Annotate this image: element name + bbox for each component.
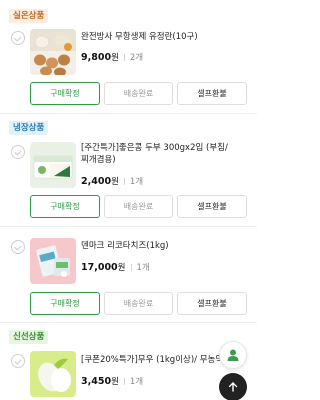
product-quantity: 1개 [129, 177, 144, 187]
tofu-thumbnail [30, 142, 76, 188]
price-line: 3,450원 1개 [81, 369, 143, 388]
item-checkbox[interactable] [11, 354, 25, 368]
item-checkbox[interactable] [11, 240, 25, 254]
section-tag-fresh: 신선상품 [9, 330, 49, 344]
confirm-purchase-button[interactable]: 구매확정 [30, 292, 100, 315]
product-image-eggs[interactable] [30, 29, 76, 75]
item-checkbox[interactable] [11, 145, 25, 159]
price-line: 2,400원 1개 [81, 169, 143, 188]
scroll-to-top-button[interactable] [219, 373, 247, 400]
confirm-purchase-button[interactable]: 구매확정 [30, 82, 100, 105]
price-separator [123, 378, 125, 385]
ricotta-thumbnail [30, 238, 76, 284]
currency-unit: 원 [117, 263, 126, 273]
product-name[interactable]: 완전방사 무항생제 유정란(10구) [81, 31, 251, 43]
product-quantity: 1개 [136, 263, 150, 273]
price-separator [123, 54, 125, 61]
product-price: 2,400 [81, 176, 112, 187]
product-quantity: 2개 [129, 53, 144, 63]
delivery-complete-button[interactable]: 배송완료 [104, 82, 173, 105]
price-separator [123, 178, 125, 185]
price-separator [130, 264, 132, 271]
arrow-up-icon [228, 382, 238, 392]
product-name[interactable]: 덴마크 리코타치즈(1kg) [81, 240, 251, 252]
item-checkbox[interactable] [11, 31, 25, 45]
delivery-complete-button[interactable]: 배송완료 [104, 292, 173, 315]
self-refund-button[interactable]: 셀프환불 [177, 195, 247, 218]
product-name[interactable]: [쿠폰20%특가]무우 (1kg이상)/ 무농약이 [81, 354, 221, 366]
product-image-tofu[interactable] [30, 142, 76, 188]
product-image-ricotta[interactable] [30, 238, 76, 284]
section-tag-room-temp: 실온상품 [9, 9, 49, 23]
product-quantity: 1개 [129, 377, 144, 387]
product-price: 9,800 [81, 52, 112, 63]
profile-floating-button[interactable] [219, 341, 247, 369]
currency-unit: 원 [111, 377, 119, 387]
confirm-purchase-button[interactable]: 구매확정 [30, 195, 100, 218]
person-icon [227, 349, 239, 361]
currency-unit: 원 [111, 177, 119, 187]
self-refund-button[interactable]: 셀프환불 [177, 82, 247, 105]
section-divider [0, 322, 257, 323]
product-price: 17,000 [81, 262, 118, 273]
eggs-thumbnail [30, 29, 76, 75]
delivery-complete-button[interactable]: 배송완료 [104, 195, 173, 218]
radish-thumbnail [30, 351, 76, 397]
section-tag-refrigerated: 냉장상품 [9, 121, 49, 135]
product-price: 3,450 [81, 376, 112, 387]
product-name[interactable]: [주간특가]좋은콩 두부 300gx2입 (부침/찌개겸용) [81, 142, 251, 166]
item-divider [0, 226, 257, 227]
price-line: 9,800원 2개 [81, 45, 143, 64]
price-line: 17,000원 1개 [81, 255, 150, 274]
section-divider [0, 113, 257, 114]
product-image-radish[interactable] [30, 351, 76, 397]
currency-unit: 원 [111, 53, 119, 63]
self-refund-button[interactable]: 셀프환불 [177, 292, 247, 315]
